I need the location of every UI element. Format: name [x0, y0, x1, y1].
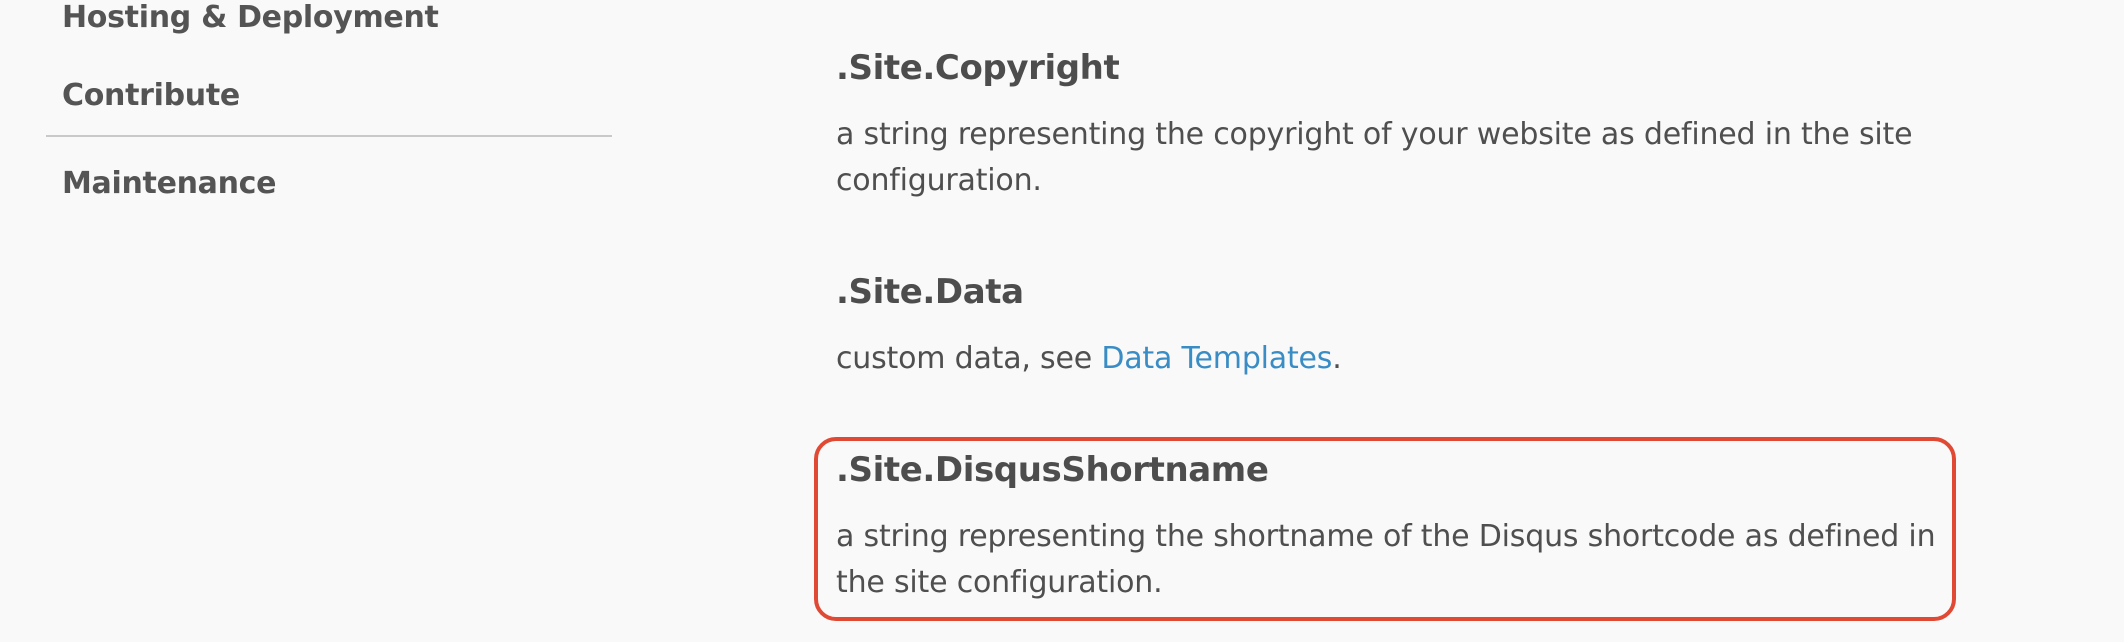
variable-title: .Site.Copyright	[836, 48, 1120, 88]
description-punctuation: .	[1332, 341, 1342, 376]
variable-entry-site-disqus-shortname: .Site.DisqusShortname a string represent…	[836, 448, 1956, 606]
sidebar-item-hosting-deployment[interactable]: Hosting & Deployment	[62, 0, 439, 35]
variable-title: .Site.Data	[836, 272, 1024, 312]
variable-description: a string representing the copyright of y…	[836, 117, 1913, 198]
sidebar-item-maintenance[interactable]: Maintenance	[62, 166, 277, 201]
variable-description: a string representing the shortname of t…	[836, 519, 1936, 600]
sidebar-divider	[46, 135, 612, 137]
variable-description: custom data, see Data Templates.	[836, 336, 1956, 382]
docs-page: Hosting & Deployment Contribute Maintena…	[0, 0, 2124, 642]
variable-entry-site-data: .Site.Data custom data, see Data Templat…	[836, 270, 1956, 382]
variable-entry-site-copyright: .Site.Copyright a string representing th…	[836, 46, 1956, 204]
data-templates-link[interactable]: Data Templates	[1101, 341, 1332, 376]
sidebar-item-contribute[interactable]: Contribute	[62, 78, 240, 113]
description-text: custom data, see	[836, 341, 1102, 376]
variable-title: .Site.DisqusShortname	[836, 450, 1269, 490]
